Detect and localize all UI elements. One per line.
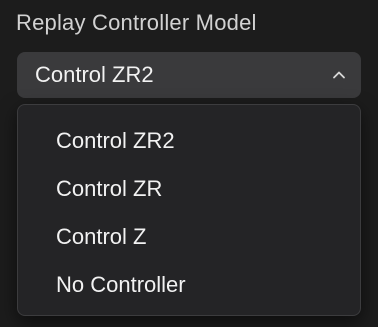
replay-controller-model-panel: Replay Controller Model Control ZR2 Cont… xyxy=(0,0,378,327)
menu-item-label: Control ZR2 xyxy=(56,128,175,153)
controller-model-dropdown-menu: Control ZR2 Control ZR Control Z No Cont… xyxy=(17,104,361,316)
menu-item-label: Control ZR xyxy=(56,176,163,201)
chevron-up-icon xyxy=(333,71,345,79)
controller-model-select[interactable]: Control ZR2 xyxy=(17,52,361,98)
menu-item-no-controller[interactable]: No Controller xyxy=(18,261,360,307)
controller-model-selected-value: Control ZR2 xyxy=(35,62,154,87)
replay-controller-model-label: Replay Controller Model xyxy=(16,10,257,35)
menu-item-label: Control Z xyxy=(56,224,147,249)
menu-item-control-z[interactable]: Control Z xyxy=(18,213,360,259)
menu-item-control-zr[interactable]: Control ZR xyxy=(18,165,360,211)
menu-item-label: No Controller xyxy=(56,272,186,297)
menu-item-control-zr2[interactable]: Control ZR2 xyxy=(18,117,360,163)
